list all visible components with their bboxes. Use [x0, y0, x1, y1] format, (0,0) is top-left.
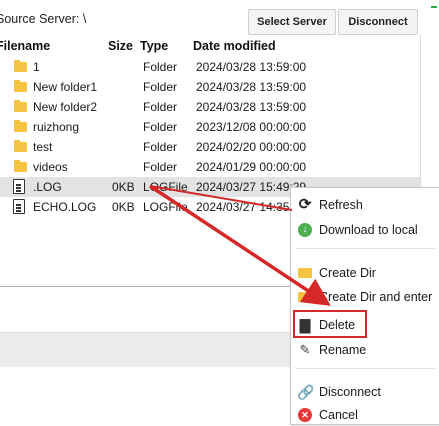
bottom-panel: [0, 332, 300, 367]
file-type: Folder: [143, 100, 178, 114]
file-row[interactable]: New folder2 Folder 2024/03/28 13:59:00: [0, 97, 420, 117]
document-icon: [13, 199, 25, 214]
file-type: Folder: [143, 160, 178, 174]
folder-icon: [14, 100, 27, 112]
delete-highlight-annotation: [293, 310, 367, 338]
disconnect-button[interactable]: Disconnect: [338, 9, 418, 35]
file-type: Folder: [143, 120, 178, 134]
source-server-label: Source Server: \: [0, 12, 87, 26]
folder-icon: [14, 140, 27, 152]
file-row[interactable]: 1 Folder 2024/03/28 13:59:00: [0, 57, 420, 77]
file-type: Folder: [143, 140, 178, 154]
file-type: Folder: [143, 60, 178, 74]
file-row[interactable]: New folder1 Folder 2024/03/28 13:59:00: [0, 77, 420, 97]
menu-label: Create Dir and enter: [319, 290, 433, 304]
select-server-button[interactable]: Select Server: [248, 9, 336, 35]
column-header-size[interactable]: Size: [108, 35, 133, 57]
file-name: 1: [33, 60, 40, 74]
file-name: New folder1: [33, 80, 98, 94]
menu-item-refresh[interactable]: ⟳ Refresh: [291, 194, 439, 216]
cancel-icon: ✕: [298, 408, 312, 422]
menu-separator: [295, 368, 436, 369]
menu-label: Disconnect: [319, 385, 381, 399]
file-type: LOGFile: [143, 200, 188, 214]
folder-icon: [14, 60, 27, 72]
folder-icon: [14, 120, 27, 132]
menu-item-create-dir-enter[interactable]: Create Dir and enter: [291, 286, 439, 308]
context-menu: ⟳ Refresh ↓ Download to local Create Dir…: [290, 187, 439, 425]
status-indicator-icon: [428, 0, 439, 12]
file-date: 2024/02/20 00:00:00: [196, 140, 307, 154]
file-name: New folder2: [33, 100, 98, 114]
file-date: 2024/03/28 13:59:00: [196, 80, 307, 94]
file-row[interactable]: ruizhong Folder 2023/12/08 00:00:00: [0, 117, 420, 137]
folder-icon: [297, 268, 313, 284]
folder-icon: [14, 160, 27, 172]
file-name: .LOG: [33, 180, 62, 194]
file-row[interactable]: videos Folder 2024/01/29 00:00:00: [0, 157, 420, 177]
folder-icon: [297, 292, 313, 308]
file-date: 2023/12/08 00:00:00: [196, 120, 307, 134]
menu-item-download[interactable]: ↓ Download to local: [291, 219, 439, 241]
file-name: ECHO.LOG: [33, 200, 97, 214]
menu-item-disconnect[interactable]: 🔗 Disconnect: [291, 381, 439, 403]
panel-divider: [0, 286, 330, 287]
file-name: test: [33, 140, 53, 154]
column-header-filename[interactable]: Filename: [0, 35, 50, 57]
menu-separator: [295, 248, 436, 249]
file-row[interactable]: test Folder 2024/02/20 00:00:00: [0, 137, 420, 157]
file-date: 2024/03/28 13:59:00: [196, 100, 307, 114]
menu-item-create-dir[interactable]: Create Dir: [291, 262, 439, 284]
pencil-icon: ✎: [299, 342, 311, 357]
file-size: 0KB: [112, 180, 135, 194]
folder-icon: [14, 80, 27, 92]
download-icon: ↓: [298, 223, 312, 237]
file-name: videos: [33, 160, 68, 174]
file-name: ruizhong: [33, 120, 80, 134]
file-date: 2024/03/27 14:35: [196, 200, 290, 214]
menu-item-rename[interactable]: ✎ Rename: [291, 339, 439, 361]
column-header-type[interactable]: Type: [140, 35, 168, 57]
file-date: 2024/01/29 00:00:00: [196, 160, 307, 174]
file-size: 0KB: [112, 200, 135, 214]
file-date: 2024/03/28 13:59:00: [196, 60, 307, 74]
file-type: Folder: [143, 80, 178, 94]
refresh-icon: ⟳: [298, 196, 312, 213]
file-type: LOGFile: [143, 180, 188, 194]
document-icon: [13, 179, 25, 194]
link-icon: 🔗: [297, 384, 315, 400]
menu-label: Create Dir: [319, 266, 376, 280]
menu-label: Refresh: [319, 198, 363, 212]
menu-label: Download to local: [319, 223, 418, 237]
toolbar: Source Server: \ Select Server Disconnec…: [0, 0, 439, 40]
menu-label: Rename: [319, 343, 367, 357]
column-header-date-modified[interactable]: Date modified: [193, 35, 276, 57]
